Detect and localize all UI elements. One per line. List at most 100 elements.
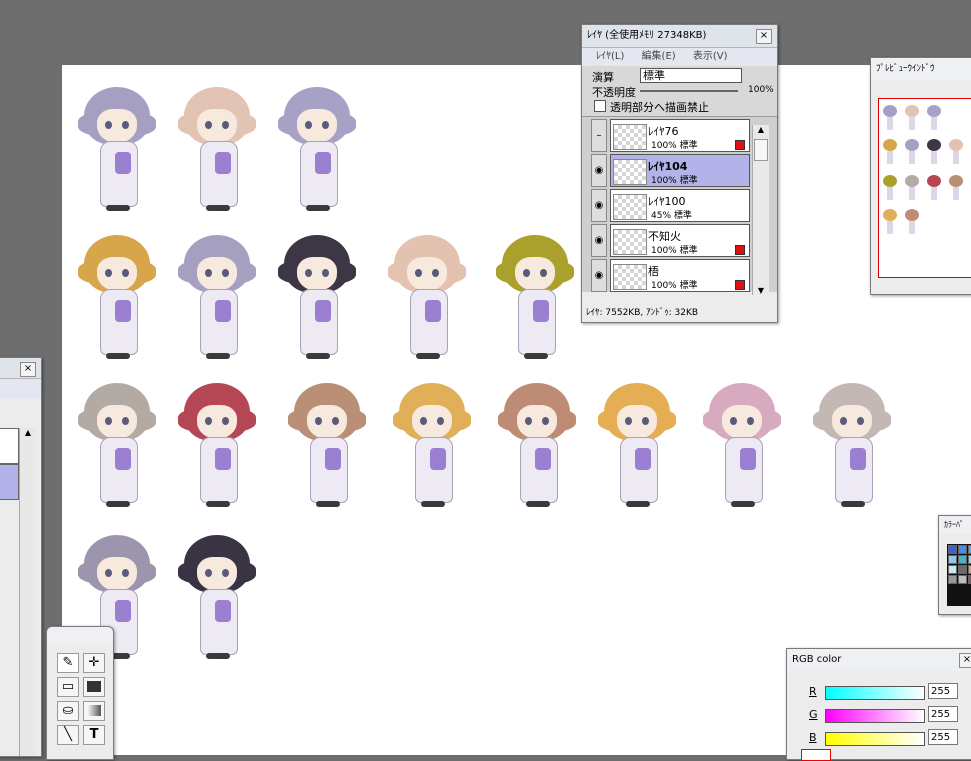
character-feet: [206, 653, 230, 659]
close-icon[interactable]: ×: [756, 29, 772, 44]
move-icon[interactable]: ✛: [83, 653, 105, 673]
character-robe: [100, 141, 138, 207]
bucket-icon[interactable]: ⛀: [57, 701, 79, 721]
lock-icon[interactable]: [735, 140, 745, 150]
character-face: [722, 405, 762, 439]
red-value-input[interactable]: 255: [928, 683, 958, 699]
blend-select[interactable]: 標準: [640, 68, 742, 83]
layer-row[interactable]: ﾚｲﾔ76 100% 標準: [610, 119, 750, 152]
layer-row[interactable]: 梧 100% 標準: [610, 259, 750, 292]
rgb-titlebar[interactable]: RGB color ×: [787, 649, 971, 671]
red-slider[interactable]: [825, 686, 925, 700]
eye-icon[interactable]: ◉: [591, 259, 607, 292]
layer-info: 100% 標準: [651, 246, 698, 256]
pen-icon[interactable]: ✎: [57, 653, 79, 673]
preview-character: [883, 139, 897, 165]
green-slider[interactable]: [825, 709, 925, 723]
blend-label: 演算: [592, 71, 614, 84]
character-face: [197, 257, 237, 291]
gradient-icon[interactable]: [83, 701, 105, 721]
layer-row[interactable]: 不知火 100% 標準: [610, 224, 750, 257]
fill-rect-icon[interactable]: [83, 677, 105, 697]
character-face: [197, 405, 237, 439]
character-feet: [524, 353, 548, 359]
scroll-up-icon[interactable]: ▲: [20, 428, 36, 437]
layer-list: – ﾚｲﾔ76 100% 標準 ◉ ﾚｲﾔ104 100% 標準 ◉ ﾚｲﾔ100 45% 標準…: [582, 117, 777, 292]
green-value-input[interactable]: 255: [928, 706, 958, 722]
palette-swatch[interactable]: [958, 545, 967, 554]
opacity-label: 不透明度: [592, 86, 636, 99]
line-icon[interactable]: ╲: [57, 725, 79, 745]
scroll-up-icon[interactable]: ▲: [753, 125, 769, 139]
menu-edit[interactable]: 編集(E): [642, 51, 676, 62]
preview-character: [905, 139, 919, 165]
left-panel-scrollbar[interactable]: ▲: [19, 428, 36, 756]
preview-character: [927, 105, 941, 131]
blue-slider[interactable]: [825, 732, 925, 746]
palette-swatch[interactable]: [948, 555, 957, 564]
character-feet: [421, 501, 445, 507]
scroll-down-icon[interactable]: ▼: [753, 286, 769, 295]
layer-window-titlebar[interactable]: ﾚｲﾔ (全使用ﾒﾓﾘ 27348KB) ×: [582, 25, 777, 48]
palette-swatch[interactable]: [958, 555, 967, 564]
palette-swatch[interactable]: [958, 575, 967, 584]
palette-titlebar[interactable]: ｶﾗｰﾊﾟ: [939, 516, 971, 534]
eye-icon[interactable]: ◉: [591, 154, 607, 187]
character-robe: [725, 437, 763, 503]
character-robe: [620, 437, 658, 503]
protect-checkbox[interactable]: [594, 100, 606, 112]
character-feet: [626, 501, 650, 507]
blue-value-input[interactable]: 255: [928, 729, 958, 745]
palette-swatch[interactable]: [948, 545, 957, 554]
palette-swatch[interactable]: [958, 565, 967, 574]
character-robe: [200, 437, 238, 503]
close-icon[interactable]: ×: [20, 362, 36, 377]
eye-icon[interactable]: ◉: [591, 189, 607, 222]
tool-window: ✎ ✛ ▭ ⛀ ╲ T: [46, 626, 114, 760]
layer-info: 100% 標準: [651, 176, 698, 186]
preview-titlebar[interactable]: ﾌﾟﾚﾋﾞｭｰｳｲﾝﾄﾞｳ: [871, 58, 971, 80]
character-face: [515, 257, 555, 291]
character-sprite: [276, 235, 358, 363]
character-face: [97, 109, 137, 143]
layer-menubar: ﾚｲﾔ(L) 編集(E) 表示(V): [582, 48, 777, 66]
menu-layer[interactable]: ﾚｲﾔ(L): [596, 51, 624, 62]
preview-image: [878, 98, 971, 278]
menu-view[interactable]: 表示(V): [693, 51, 728, 62]
character-feet: [731, 501, 755, 507]
layer-settings: 演算 標準 不透明度 100% 透明部分へ描画禁止: [582, 66, 777, 117]
tool-titlebar[interactable]: [47, 627, 113, 645]
layer-row[interactable]: ﾚｲﾔ100 45% 標準: [610, 189, 750, 222]
scroll-thumb[interactable]: [754, 139, 768, 161]
text-icon[interactable]: T: [83, 725, 105, 745]
layer-row[interactable]: ﾚｲﾔ104 100% 標準: [610, 154, 750, 187]
character-robe: [200, 589, 238, 655]
character-face: [307, 405, 347, 439]
character-face: [832, 405, 872, 439]
opacity-slider[interactable]: [640, 90, 738, 92]
lock-icon[interactable]: [735, 280, 745, 290]
hidden-eye-icon[interactable]: –: [591, 119, 607, 152]
layer-window: ﾚｲﾔ (全使用ﾒﾓﾘ 27348KB) × ﾚｲﾔ(L) 編集(E) 表示(V…: [581, 24, 778, 323]
palette-swatch[interactable]: [948, 565, 957, 574]
palette-window: ｶﾗｰﾊﾟ: [938, 515, 971, 615]
current-color-box[interactable]: [801, 749, 831, 761]
palette-swatch[interactable]: [948, 575, 957, 584]
left-panel-titlebar[interactable]: ×: [0, 358, 41, 379]
character-feet: [206, 501, 230, 507]
preview-character: [949, 139, 963, 165]
character-robe: [410, 289, 448, 355]
left-panel-selected-item[interactable]: [0, 464, 19, 500]
eye-icon[interactable]: ◉: [591, 224, 607, 257]
select-icon[interactable]: ▭: [57, 677, 79, 697]
preview-character: [927, 139, 941, 165]
lock-icon[interactable]: [735, 245, 745, 255]
character-feet: [106, 205, 130, 211]
character-sprite: [391, 383, 473, 511]
left-panel-list: [0, 428, 19, 464]
character-robe: [415, 437, 453, 503]
character-robe: [200, 289, 238, 355]
character-feet: [416, 353, 440, 359]
layer-scrollbar[interactable]: ▲ ▼: [752, 125, 769, 295]
close-icon[interactable]: ×: [959, 653, 971, 668]
